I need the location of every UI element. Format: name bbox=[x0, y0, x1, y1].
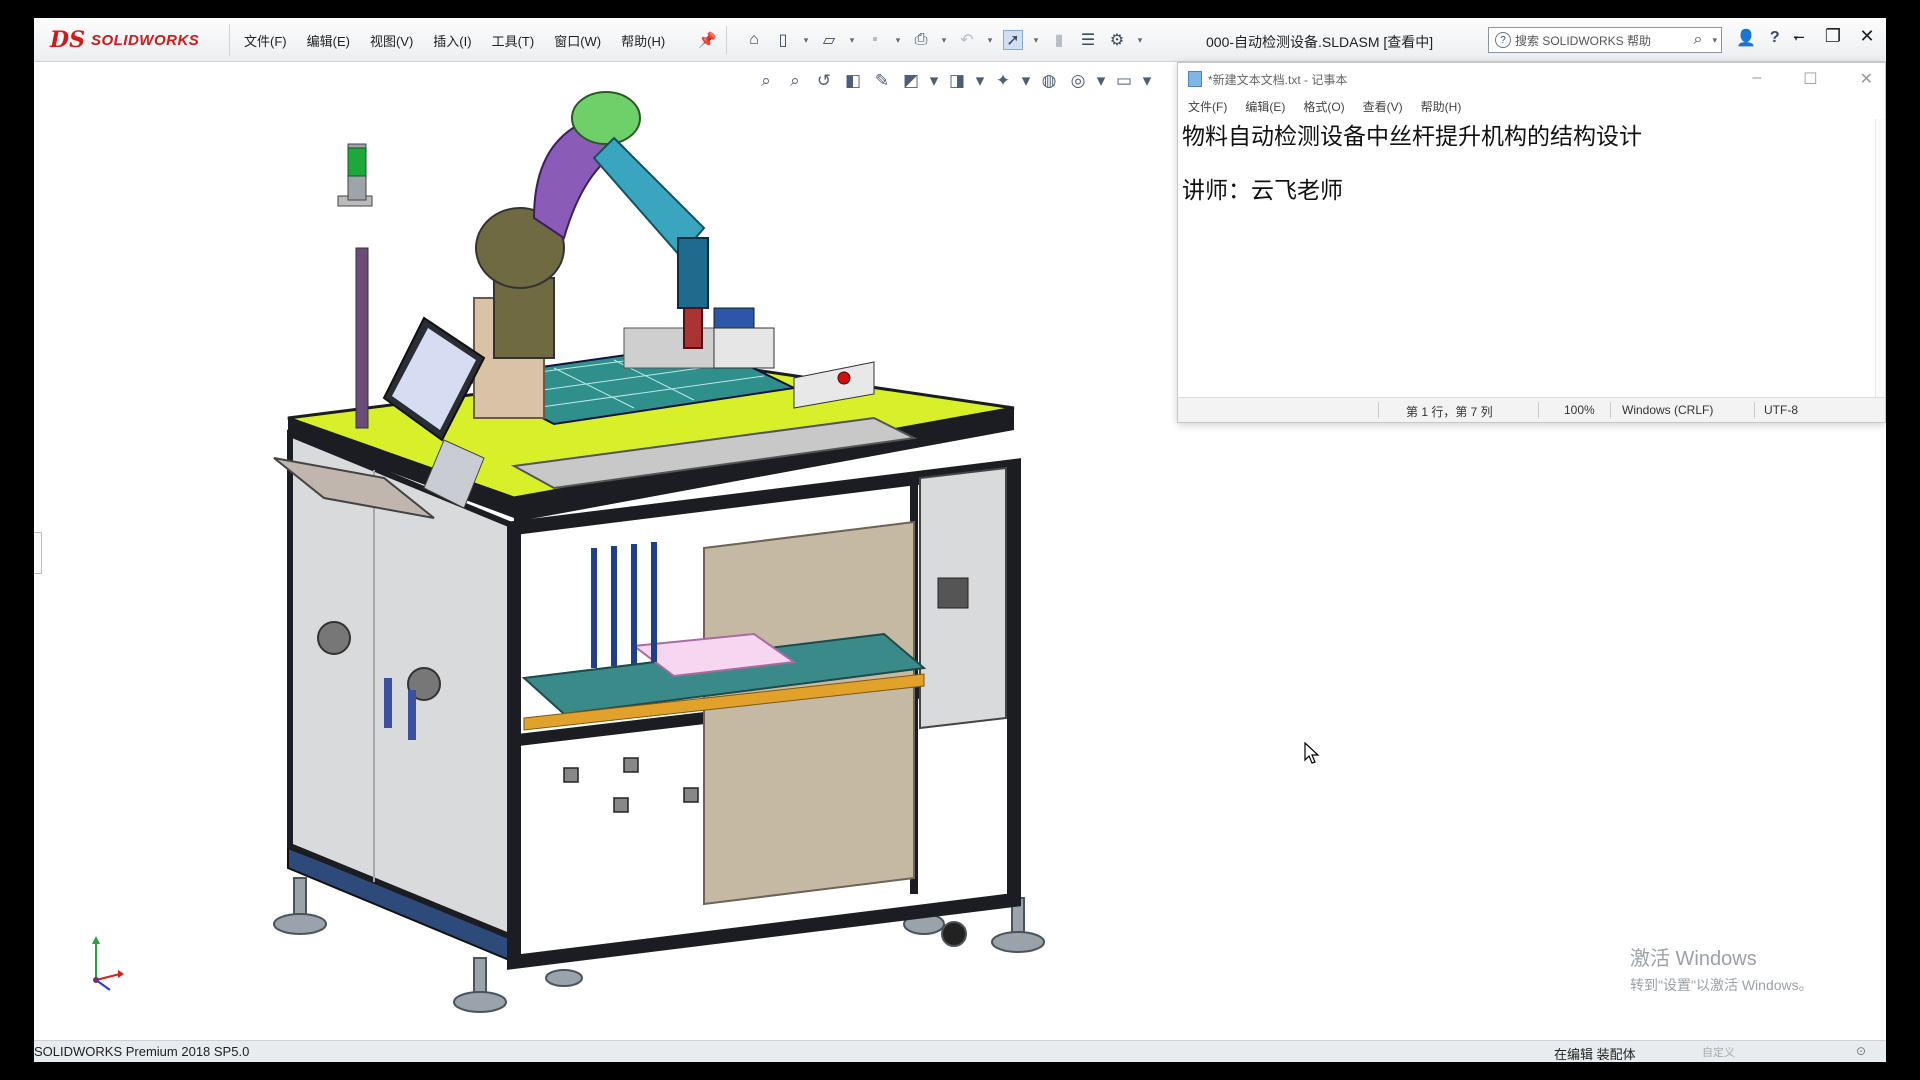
search-placeholder: 搜索 SOLIDWORKS 帮助 bbox=[1515, 33, 1652, 48]
help-icon[interactable]: ? bbox=[1770, 29, 1780, 47]
pin-icon[interactable]: 📌 bbox=[698, 31, 717, 49]
help-search-field[interactable]: ? 搜索 SOLIDWORKS 帮助 ⌕ ▾ bbox=[1488, 27, 1722, 53]
home-icon[interactable]: ⌂ bbox=[744, 30, 764, 50]
mouse-cursor-icon bbox=[1304, 742, 1320, 764]
menu-help[interactable]: 帮助(H) bbox=[621, 31, 665, 50]
user-icon[interactable]: 👤 bbox=[1736, 28, 1756, 48]
standard-toolbar: ⌂ ▯ ▾ ▱ ▾ ▪ ▾ ⎙ ▾ ↶ ▾ ➚ ▾ ▮ ☰ ⚙ ▾ bbox=[744, 26, 1144, 54]
encoding: UTF-8 bbox=[1764, 403, 1798, 417]
document-title: 000-自动检测设备.SLDASM [查看中] bbox=[1206, 34, 1434, 50]
side-fan bbox=[937, 577, 969, 609]
custom-unit-selector[interactable]: 自定义 bbox=[1702, 1044, 1735, 1060]
select-cursor-icon[interactable]: ➚ bbox=[1003, 30, 1023, 50]
menu-view[interactable]: 视图(V) bbox=[370, 31, 413, 50]
chevron-down-icon[interactable]: ▾ bbox=[802, 30, 810, 50]
text-line: 物料自动检测设备中丝杆提升机构的结构设计 bbox=[1182, 124, 1642, 150]
chevron-down-icon[interactable]: ▾ bbox=[1712, 35, 1717, 46]
emergency-stop-button bbox=[837, 371, 851, 385]
rebuild-icon[interactable]: ▮ bbox=[1049, 30, 1069, 50]
cad-assembly-model[interactable] bbox=[234, 78, 1094, 1038]
account-help-icons: 👤 ? ▾ bbox=[1736, 28, 1798, 48]
new-document-icon[interactable]: ▯ bbox=[773, 30, 793, 50]
solidworks-status-bar: SOLIDWORKS Premium 2018 SP5.0 在编辑 装配体 自定… bbox=[34, 1040, 1886, 1062]
search-icon[interactable]: ⌕ bbox=[1694, 31, 1703, 49]
rebuild-status-icon[interactable]: ⊙ bbox=[1856, 1044, 1866, 1058]
fan-grille-left bbox=[317, 621, 351, 655]
view-settings-icon[interactable]: ▭ bbox=[1114, 71, 1134, 91]
print-icon[interactable]: ⎙ bbox=[911, 30, 931, 50]
open-folder-icon[interactable]: ▱ bbox=[819, 30, 839, 50]
notepad-menu-help[interactable]: 帮助(H) bbox=[1421, 98, 1462, 115]
solidworks-logo[interactable]: DS SOLIDWORKS bbox=[50, 24, 230, 56]
door-handle bbox=[408, 690, 416, 740]
robot-arm bbox=[475, 91, 709, 359]
maximize-icon[interactable]: ☐ bbox=[1803, 69, 1817, 89]
notepad-icon bbox=[1188, 71, 1202, 87]
notepad-menu-edit[interactable]: 编辑(E) bbox=[1245, 98, 1285, 115]
ds-logo-mark: DS bbox=[50, 27, 85, 53]
feature-manager-collapse-tab[interactable] bbox=[34, 532, 42, 574]
zoom-level: 100% bbox=[1564, 403, 1595, 417]
menu-insert[interactable]: 插入(I) bbox=[433, 31, 471, 50]
toolbar-divider bbox=[726, 26, 727, 54]
menu-file[interactable]: 文件(F) bbox=[244, 31, 287, 50]
rear-inner-panel bbox=[703, 520, 915, 906]
close-icon[interactable]: ✕ bbox=[1860, 69, 1873, 89]
solidworks-window: DS SOLIDWORKS 文件(F) 编辑(E) 视图(V) 插入(I) 工具… bbox=[34, 18, 1886, 1062]
camera-housing bbox=[713, 327, 775, 369]
text-line: 讲师：云飞老师 bbox=[1182, 178, 1343, 204]
gear-icon[interactable]: ⚙ bbox=[1107, 30, 1127, 50]
brand-name: SOLIDWORKS bbox=[90, 31, 200, 49]
main-menu: 文件(F) 编辑(E) 视图(V) 插入(I) 工具(T) 窗口(W) 帮助(H… bbox=[244, 18, 665, 62]
menu-edit[interactable]: 编辑(E) bbox=[307, 31, 350, 50]
notepad-window-controls: – ☐ ✕ bbox=[1752, 69, 1885, 89]
undo-icon[interactable]: ↶ bbox=[957, 30, 977, 50]
notepad-menu-file[interactable]: 文件(F) bbox=[1188, 98, 1227, 115]
version-label: SOLIDWORKS Premium 2018 SP5.0 bbox=[34, 1044, 250, 1059]
chevron-down-icon[interactable]: ▾ bbox=[986, 30, 994, 50]
cursor-position: 第 1 行，第 7 列 bbox=[1406, 405, 1493, 419]
chevron-down-icon[interactable]: ▾ bbox=[1097, 71, 1106, 91]
notepad-menu-view[interactable]: 查看(V) bbox=[1363, 98, 1403, 115]
chevron-down-icon[interactable]: ▾ bbox=[1143, 71, 1152, 91]
windows-activation-watermark: 激活 Windows 转到"设置"以激活 Windows。 bbox=[1630, 942, 1813, 995]
chevron-down-icon[interactable]: ▾ bbox=[1136, 30, 1144, 50]
chevron-down-icon[interactable]: ▾ bbox=[940, 30, 948, 50]
activation-subtitle: 转到"设置"以激活 Windows。 bbox=[1630, 977, 1813, 993]
menu-window[interactable]: 窗口(W) bbox=[554, 31, 601, 50]
notepad-vertical-scrollbar[interactable] bbox=[1875, 119, 1885, 397]
door-handle bbox=[384, 678, 392, 728]
triad-icon bbox=[92, 936, 124, 991]
edit-mode-label: 在编辑 装配体 bbox=[1554, 1047, 1636, 1062]
close-icon[interactable]: ✕ bbox=[1858, 26, 1876, 47]
window-controls: – ❐ ✕ bbox=[1790, 26, 1876, 47]
chevron-down-icon[interactable]: ▾ bbox=[848, 30, 856, 50]
notepad-text-area[interactable]: 物料自动检测设备中丝杆提升机构的结构设计 讲师：云飞老师 bbox=[1178, 119, 1875, 397]
save-icon[interactable]: ▪ bbox=[865, 30, 885, 50]
activation-title: 激活 Windows bbox=[1630, 948, 1757, 970]
line-ending: Windows (CRLF) bbox=[1622, 403, 1714, 417]
maximize-icon[interactable]: ❐ bbox=[1824, 26, 1842, 47]
file-properties-icon[interactable]: ☰ bbox=[1078, 30, 1098, 50]
text-line bbox=[1182, 153, 1871, 175]
chevron-down-icon[interactable]: ▾ bbox=[1032, 30, 1040, 50]
help-circle-icon: ? bbox=[1495, 32, 1511, 48]
notepad-status-bar: 第 1 行，第 7 列 100% Windows (CRLF) UTF-8 bbox=[1178, 397, 1885, 422]
notepad-menu-bar: 文件(F) 编辑(E) 格式(O) 查看(V) 帮助(H) bbox=[1178, 95, 1885, 117]
solidworks-titlebar: DS SOLIDWORKS 文件(F) 编辑(E) 视图(V) 插入(I) 工具… bbox=[34, 18, 1886, 62]
notepad-menu-format[interactable]: 格式(O) bbox=[1303, 98, 1344, 115]
chevron-down-icon[interactable]: ▾ bbox=[894, 30, 902, 50]
tower-signal-light bbox=[337, 143, 373, 429]
minimize-icon[interactable]: – bbox=[1790, 26, 1808, 47]
menu-tools[interactable]: 工具(T) bbox=[492, 31, 535, 50]
notepad-title: *新建文本文档.txt - 记事本 bbox=[1208, 72, 1348, 87]
notepad-window[interactable]: *新建文本文档.txt - 记事本 – ☐ ✕ 文件(F) 编辑(E) 格式(O… bbox=[1177, 62, 1886, 423]
minimize-icon[interactable]: – bbox=[1752, 69, 1761, 89]
notepad-titlebar[interactable]: *新建文本文档.txt - 记事本 – ☐ ✕ bbox=[1178, 63, 1885, 95]
